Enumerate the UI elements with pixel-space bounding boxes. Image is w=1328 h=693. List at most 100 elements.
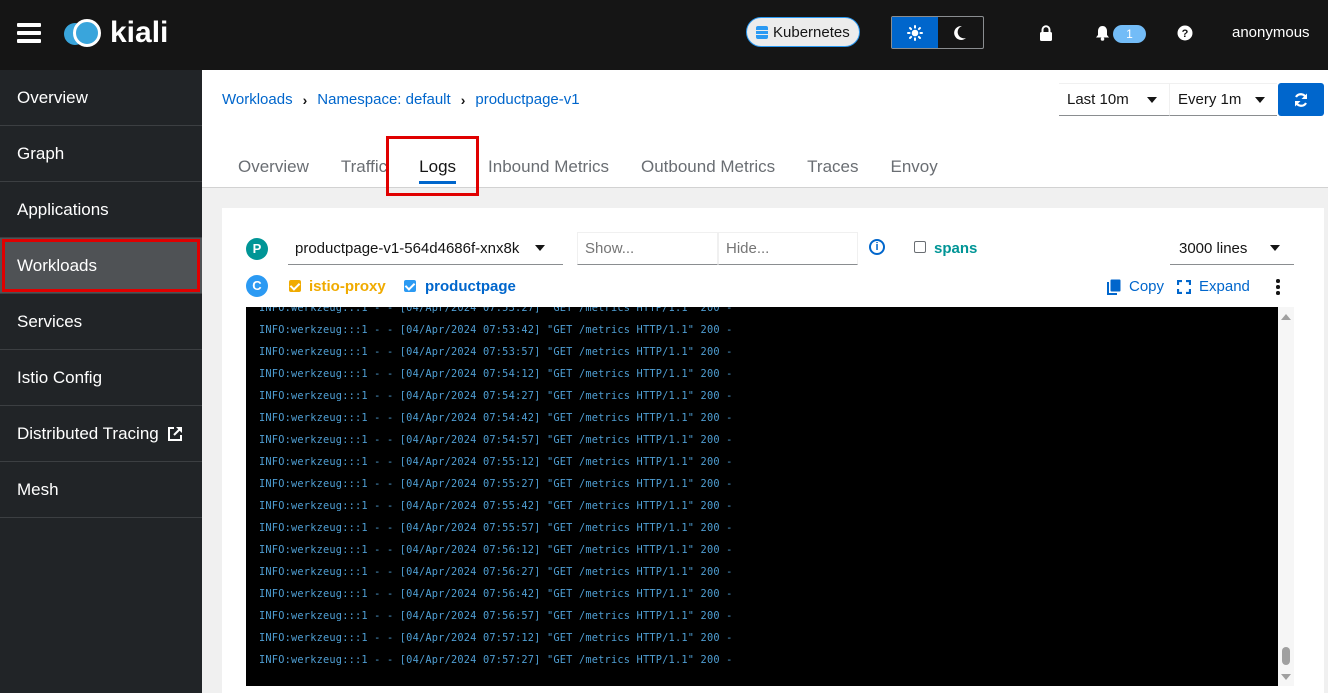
page-header: Workloads › Namespace: default › product… xyxy=(202,70,1328,196)
tab-label: Inbound Metrics xyxy=(488,157,609,176)
sidebar-item-label: Workloads xyxy=(17,255,97,275)
log-scrollbar[interactable] xyxy=(1278,307,1294,686)
istio-proxy-checkbox[interactable] xyxy=(289,280,301,292)
log-line: INFO:werkzeug:::1 - - [04/Apr/2024 07:54… xyxy=(259,368,733,380)
menu-toggle-icon[interactable] xyxy=(17,23,41,43)
log-line: INFO:werkzeug:::1 - - [04/Apr/2024 07:54… xyxy=(259,412,733,424)
sidebar-item-workloads[interactable]: Workloads xyxy=(0,238,202,294)
expand-icon xyxy=(1177,279,1191,294)
expand-label: Expand xyxy=(1199,278,1250,295)
pod-badge: P xyxy=(246,238,268,260)
active-tab-indicator xyxy=(419,181,457,184)
cluster-badge-label: Kubernetes xyxy=(773,23,850,41)
kiali-logo[interactable]: kiali xyxy=(64,17,168,49)
tab-inbound-metrics[interactable]: Inbound Metrics xyxy=(472,150,625,188)
sidebar-item-graph[interactable]: Graph xyxy=(0,126,202,182)
detail-tabs: Overview Traffic Logs Inbound Metrics Ou… xyxy=(222,150,954,188)
pod-select-value: productpage-v1-564d4686f-xnx8k xyxy=(295,239,520,257)
main-content: Workloads › Namespace: default › product… xyxy=(202,70,1328,693)
time-range-value: Last 10m xyxy=(1067,91,1129,108)
tab-label: Overview xyxy=(238,157,309,176)
sidebar-item-services[interactable]: Services xyxy=(0,294,202,350)
lock-icon[interactable] xyxy=(1036,22,1056,44)
log-line: INFO:werkzeug:::1 - - [04/Apr/2024 07:55… xyxy=(259,522,733,534)
log-line: INFO:werkzeug:::1 - - [04/Apr/2024 07:56… xyxy=(259,610,733,622)
spans-checkbox[interactable] xyxy=(914,241,926,253)
scrollbar-thumb[interactable] xyxy=(1282,647,1290,665)
max-lines-select[interactable]: 3000 lines xyxy=(1170,232,1294,265)
chevron-down-icon xyxy=(1270,245,1280,251)
breadcrumb: Workloads › Namespace: default › product… xyxy=(222,91,580,108)
help-icon[interactable]: ? xyxy=(1175,22,1195,44)
sidebar-item-istio-config[interactable]: Istio Config xyxy=(0,350,202,406)
breadcrumb-separator-icon: › xyxy=(460,91,466,108)
log-line: INFO:werkzeug:::1 - - [04/Apr/2024 07:57… xyxy=(259,654,733,666)
refresh-interval-select[interactable]: Every 1m xyxy=(1169,83,1277,116)
sidebar-item-label: Distributed Tracing xyxy=(17,423,159,443)
log-line: INFO:werkzeug:::1 - - [04/Apr/2024 07:55… xyxy=(259,456,733,468)
sidebar-item-label: Graph xyxy=(17,143,65,163)
productpage-label: productpage xyxy=(425,278,516,295)
sidebar-item-label: Istio Config xyxy=(17,367,103,387)
hide-filter-input[interactable] xyxy=(718,232,858,265)
cluster-badge[interactable]: Kubernetes xyxy=(746,17,860,47)
database-icon xyxy=(756,25,768,39)
copy-label: Copy xyxy=(1129,278,1165,295)
log-line: INFO:werkzeug:::1 - - [04/Apr/2024 07:57… xyxy=(259,632,733,644)
show-filter-input[interactable] xyxy=(577,232,718,265)
log-viewer[interactable]: INFO:werkzeug:::1 - - [04/Apr/2024 07:53… xyxy=(246,307,1278,686)
tab-overview[interactable]: Overview xyxy=(222,150,325,188)
sidebar-nav: Overview Graph Applications Workloads Se… xyxy=(0,70,202,693)
pod-select[interactable]: productpage-v1-564d4686f-xnx8k xyxy=(288,232,563,265)
light-theme-button[interactable] xyxy=(892,17,938,48)
breadcrumb-namespace-link[interactable]: Namespace: default xyxy=(317,91,450,108)
tab-label: Logs xyxy=(419,157,457,176)
copy-button[interactable]: Copy xyxy=(1107,278,1164,295)
dark-theme-button[interactable] xyxy=(938,17,984,48)
tab-outbound-metrics[interactable]: Outbound Metrics xyxy=(625,150,791,188)
tab-traces[interactable]: Traces xyxy=(791,150,874,188)
tab-label: Traces xyxy=(807,157,859,176)
sidebar-item-distributed-tracing[interactable]: Distributed Tracing xyxy=(0,406,202,462)
tab-logs[interactable]: Logs xyxy=(403,150,472,188)
moon-icon xyxy=(954,25,967,40)
chevron-down-icon xyxy=(1255,97,1265,103)
breadcrumb-workloads-link[interactable]: Workloads xyxy=(222,91,293,108)
sidebar-item-applications[interactable]: Applications xyxy=(0,182,202,238)
scroll-up-icon[interactable] xyxy=(1281,314,1291,320)
log-line: INFO:werkzeug:::1 - - [04/Apr/2024 07:53… xyxy=(259,346,733,358)
refresh-button[interactable] xyxy=(1278,83,1324,116)
refresh-icon xyxy=(1294,92,1308,107)
tab-label: Envoy xyxy=(890,157,938,176)
info-icon[interactable]: i xyxy=(869,239,885,255)
container-badge: C xyxy=(246,275,268,297)
tab-label: Outbound Metrics xyxy=(640,157,776,176)
sidebar-item-label: Services xyxy=(17,311,83,331)
tab-label: Traffic xyxy=(340,157,388,176)
productpage-checkbox[interactable] xyxy=(404,280,416,292)
masthead: kiali Kubernetes 1 ? anonymous xyxy=(0,0,1328,70)
breadcrumb-separator-icon: › xyxy=(302,91,308,108)
bell-icon[interactable] xyxy=(1092,22,1112,44)
log-line: INFO:werkzeug:::1 - - [04/Apr/2024 07:54… xyxy=(259,390,733,402)
expand-button[interactable]: Expand xyxy=(1177,278,1250,295)
external-link-icon xyxy=(167,426,182,441)
sidebar-item-label: Overview xyxy=(17,87,88,107)
sidebar-item-label: Mesh xyxy=(17,479,59,499)
tab-envoy[interactable]: Envoy xyxy=(875,150,954,188)
scroll-down-icon[interactable] xyxy=(1281,674,1291,680)
tab-traffic[interactable]: Traffic xyxy=(325,150,403,188)
time-range-select[interactable]: Last 10m xyxy=(1059,83,1169,116)
sidebar-item-label: Applications xyxy=(17,199,109,219)
notification-badge[interactable]: 1 xyxy=(1113,25,1146,43)
sidebar-item-overview[interactable]: Overview xyxy=(0,70,202,126)
user-menu[interactable]: anonymous xyxy=(1232,24,1310,41)
log-line: INFO:werkzeug:::1 - - [04/Apr/2024 07:54… xyxy=(259,434,733,446)
istio-proxy-label: istio-proxy xyxy=(309,278,386,295)
breadcrumb-current-link[interactable]: productpage-v1 xyxy=(475,91,579,108)
kebab-menu-icon[interactable] xyxy=(1275,279,1281,295)
spans-label: spans xyxy=(934,240,978,257)
logo-text: kiali xyxy=(110,16,169,49)
log-line: INFO:werkzeug:::1 - - [04/Apr/2024 07:55… xyxy=(259,478,733,490)
sidebar-item-mesh[interactable]: Mesh xyxy=(0,462,202,518)
